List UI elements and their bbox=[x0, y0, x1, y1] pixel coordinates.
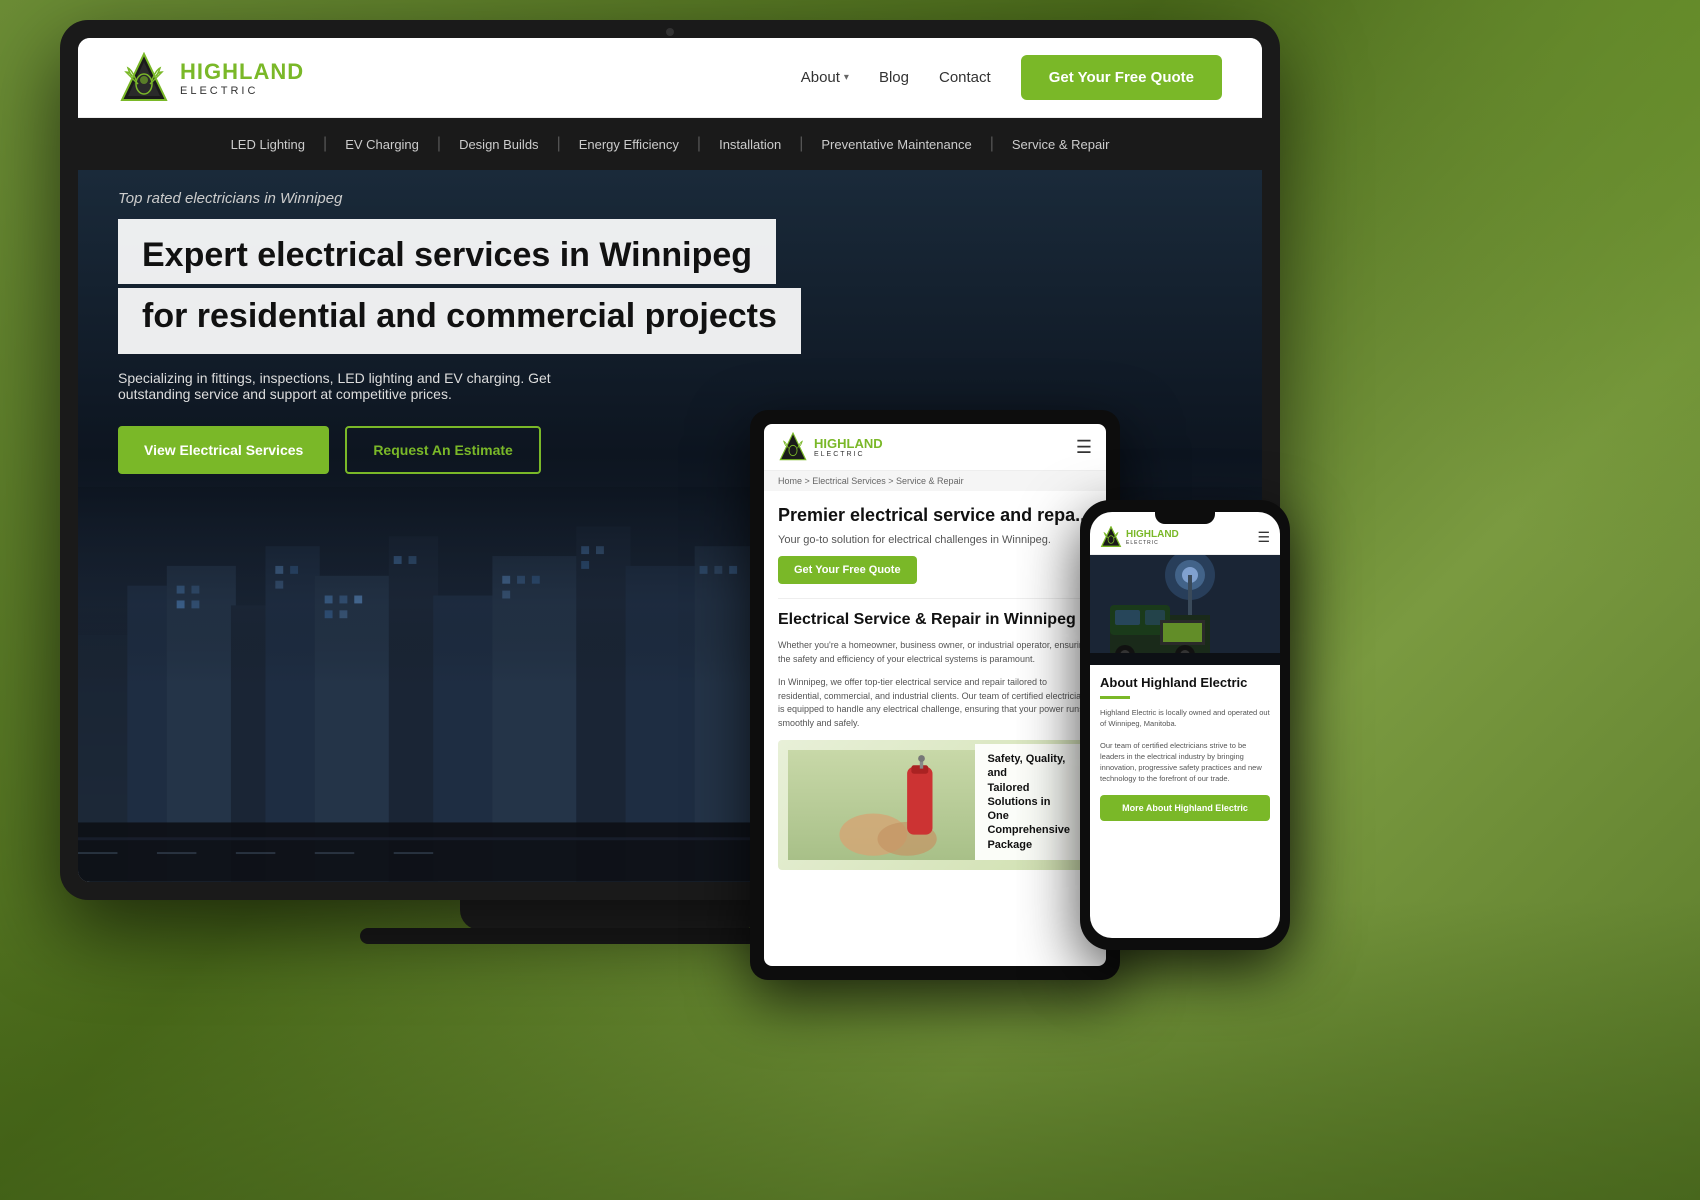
tablet-image-placeholder: Safety, Quality, and Tailored Solutions … bbox=[778, 740, 1092, 870]
deco-leaf-right bbox=[1300, 0, 1700, 600]
site-header: HIGHLAND ELECTRIC About ▾ Blog Contact G… bbox=[78, 38, 1262, 118]
view-electrical-services-button[interactable]: View Electrical Services bbox=[118, 426, 329, 474]
hero-title-box2: for residential and commercial projects bbox=[118, 288, 801, 353]
tablet-content: Premier electrical service and repa... Y… bbox=[764, 491, 1106, 884]
tablet-breadcrumb: Home > Electrical Services > Service & R… bbox=[764, 471, 1106, 491]
phone-hero-image bbox=[1090, 555, 1280, 665]
svc-led-lighting[interactable]: LED Lighting bbox=[213, 137, 323, 152]
hero-title-line1: Expert electrical services in Winnipeg bbox=[142, 237, 752, 274]
tablet-image-svg bbox=[788, 750, 975, 860]
svc-energy-efficiency[interactable]: Energy Efficiency bbox=[561, 137, 697, 152]
tablet-logo-icon bbox=[778, 432, 808, 462]
tablet-screen: HIGHLAND ELECTRIC ☰ Home > Electrical Se… bbox=[764, 424, 1106, 966]
logo-text: HIGHLAND ELECTRIC bbox=[180, 59, 304, 97]
phone-notch bbox=[1155, 512, 1215, 524]
services-bar: LED Lighting | EV Charging | Design Buil… bbox=[78, 118, 1262, 170]
hero-title-line2: for residential and commercial projects bbox=[142, 298, 777, 335]
camera-dot bbox=[666, 28, 674, 36]
hero-subtitle: Specializing in fittings, inspections, L… bbox=[118, 370, 618, 402]
nav-cta-button[interactable]: Get Your Free Quote bbox=[1021, 55, 1222, 100]
chevron-down-icon: ▾ bbox=[844, 72, 849, 83]
svc-design-builds[interactable]: Design Builds bbox=[441, 137, 557, 152]
phone-section-title: About Highland Electric bbox=[1100, 675, 1270, 690]
phone-cta-button[interactable]: More About Highland Electric bbox=[1100, 795, 1270, 821]
svc-installation[interactable]: Installation bbox=[701, 137, 799, 152]
tablet-img-text: Safety, Quality, and Tailored Solutions … bbox=[975, 744, 1082, 860]
tablet-logo: HIGHLAND ELECTRIC bbox=[778, 432, 883, 462]
request-estimate-button[interactable]: Request An Estimate bbox=[345, 426, 541, 474]
phone-brand: HIGHLAND bbox=[1126, 529, 1179, 540]
phone-accent-line bbox=[1100, 696, 1130, 699]
phone-content: About Highland Electric Highland Electri… bbox=[1090, 665, 1280, 831]
svc-preventative-maintenance[interactable]: Preventative Maintenance bbox=[803, 137, 989, 152]
phone-sub-brand: ELECTRIC bbox=[1126, 540, 1179, 546]
tablet-divider bbox=[778, 598, 1092, 599]
tablet-heading: Premier electrical service and repa... bbox=[778, 505, 1092, 526]
nav-contact[interactable]: Contact bbox=[939, 69, 991, 86]
site-nav: About ▾ Blog Contact Get Your Free Quote bbox=[801, 55, 1222, 100]
tablet-header: HIGHLAND ELECTRIC ☰ bbox=[764, 424, 1106, 471]
logo-brand: HIGHLAND bbox=[180, 59, 304, 85]
tablet-section-title: Electrical Service & Repair in Winnipeg bbox=[778, 611, 1092, 629]
logo-icon bbox=[118, 52, 170, 104]
phone-body-text-1: Highland Electric is locally owned and o… bbox=[1100, 707, 1270, 730]
hamburger-icon[interactable]: ☰ bbox=[1076, 437, 1092, 458]
tablet-sub-heading: Your go-to solution for electrical chall… bbox=[778, 534, 1092, 546]
phone-hamburger-icon[interactable]: ☰ bbox=[1257, 529, 1270, 546]
phone-body-text-2: Our team of certified electricians striv… bbox=[1100, 740, 1270, 785]
tablet-body-text-2: In Winnipeg, we offer top-tier electrica… bbox=[778, 676, 1092, 730]
tablet-brand: HIGHLAND bbox=[814, 436, 883, 451]
tablet-sub-brand: ELECTRIC bbox=[814, 451, 883, 458]
tablet-body-text-1: Whether you're a homeowner, business own… bbox=[778, 639, 1092, 666]
phone-logo: HIGHLAND ELECTRIC bbox=[1100, 526, 1179, 548]
phone-logo-icon bbox=[1100, 526, 1122, 548]
svc-ev-charging[interactable]: EV Charging bbox=[327, 137, 437, 152]
phone-hero-svg bbox=[1090, 555, 1280, 665]
hero-tagline: Top rated electricians in Winnipeg bbox=[118, 190, 1222, 207]
phone-screen: HIGHLAND ELECTRIC ☰ bbox=[1090, 512, 1280, 938]
tablet-mockup: HIGHLAND ELECTRIC ☰ Home > Electrical Se… bbox=[750, 410, 1120, 980]
hero-title-box1: Expert electrical services in Winnipeg bbox=[118, 219, 776, 284]
tablet-cta-button[interactable]: Get Your Free Quote bbox=[778, 556, 917, 584]
phone-mockup: HIGHLAND ELECTRIC ☰ bbox=[1080, 500, 1290, 950]
logo-area: HIGHLAND ELECTRIC bbox=[118, 52, 304, 104]
nav-blog[interactable]: Blog bbox=[879, 69, 909, 86]
logo-sub: ELECTRIC bbox=[180, 85, 304, 97]
svc-service-repair[interactable]: Service & Repair bbox=[994, 137, 1128, 152]
nav-about[interactable]: About ▾ bbox=[801, 69, 849, 86]
